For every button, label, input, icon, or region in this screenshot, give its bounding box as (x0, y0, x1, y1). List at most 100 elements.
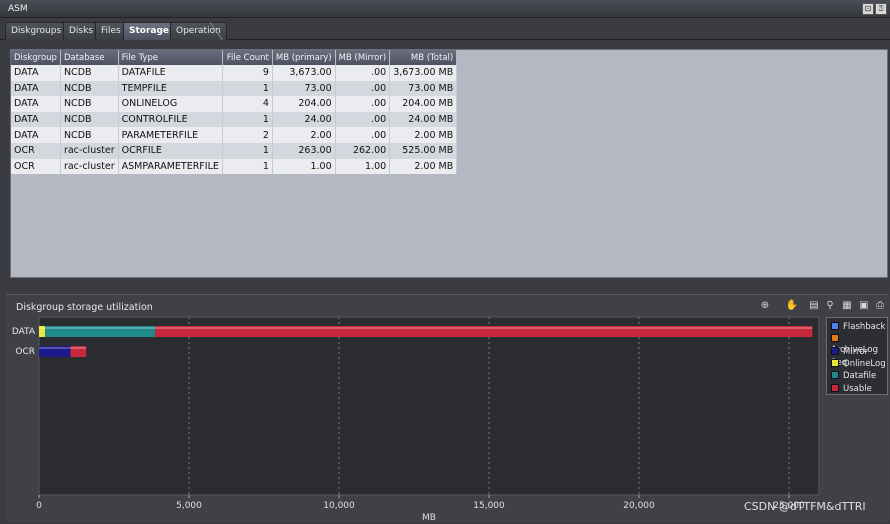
cell-mb-mirror: .00 (335, 80, 391, 97)
legend-swatch (831, 383, 839, 392)
cell-diskgroup: DATA (11, 127, 61, 143)
cell-database: NCDB (60, 96, 119, 112)
cell-mb-mirror: .00 (335, 96, 391, 112)
cell-diskgroup: DATA (11, 65, 61, 81)
cell-mb-primary: 73.00 (272, 80, 336, 97)
cell-file-type: CONTROLFILE (118, 111, 223, 128)
cell-mb-primary: 263.00 (272, 142, 336, 159)
cell-file-count: 1 (222, 158, 273, 175)
legend-swatch (831, 371, 839, 380)
plot-area (38, 316, 820, 496)
cell-database: NCDB (60, 80, 119, 97)
cell-database: NCDB (60, 111, 119, 128)
cell-file-type: OCRFILE (118, 142, 223, 159)
legend-item: Flashback (831, 322, 885, 334)
bar-highlight (70, 347, 87, 349)
cell-file-type: DATAFILE (118, 65, 223, 81)
legend-swatch (831, 346, 839, 355)
table-row[interactable]: DATA NCDB CONTROLFILE 1 24.00.00 24.00 MB (11, 111, 458, 128)
cell-file-type: ONLINELOG (118, 96, 223, 112)
x-tick-label: 5,000 (176, 501, 202, 511)
cell-mb-mirror: .00 (335, 65, 391, 81)
minimize-button[interactable]: ⊡ (862, 3, 874, 15)
chart-panel: Diskgroup storage utilization ⊕ ✋ ▤ ⚲ ▦ … (6, 294, 889, 523)
cell-mb-total: 24.00 MB (389, 111, 458, 128)
column-header-mb-total[interactable]: MB (Total) (389, 50, 458, 65)
legend-item: ArchiveLog (831, 334, 887, 355)
table-row[interactable]: DATA NCDB DATAFILE 9 3,673.00.00 3,673.00 MB (11, 65, 458, 81)
watermark-text: CSDN @dTTFM&dTTRI (744, 500, 866, 513)
cell-mb-total: 2.00 MB (389, 127, 458, 143)
cell-file-count: 1 (222, 142, 273, 159)
cell-database: rac-cluster (60, 158, 119, 175)
cell-mb-primary: 1.00 (272, 158, 336, 175)
legend-label: OnlineLog (843, 358, 886, 369)
cell-file-count: 2 (222, 127, 273, 143)
window-titlebar: ASM ⊡ ⍰ (0, 0, 890, 18)
cell-diskgroup: OCR (11, 142, 61, 159)
cell-mb-primary: 24.00 (272, 111, 336, 128)
cell-database: NCDB (60, 65, 119, 81)
y-category-label: OCR (15, 347, 35, 357)
help-button[interactable]: ⍰ (875, 3, 887, 15)
cell-mb-mirror: 262.00 (335, 142, 391, 159)
y-category-label: DATA (12, 327, 36, 337)
legend-item: OnlineLog (831, 358, 886, 371)
cell-diskgroup: DATA (11, 111, 61, 128)
cell-mb-primary: 3,673.00 (272, 65, 336, 81)
cell-diskgroup: DATA (11, 96, 61, 112)
legend-item: Datafile (831, 371, 876, 383)
bar-highlight (155, 327, 813, 329)
x-tick-label: 20,000 (623, 501, 655, 511)
table-row[interactable]: DATA NCDB ONLINELOG 4 204.00.00 204.00 MB (11, 96, 458, 112)
cell-mb-mirror: .00 (335, 111, 391, 128)
storage-table-panel: Diskgroup Database File Type File Count … (10, 49, 888, 278)
x-tick-label: 10,000 (323, 501, 355, 511)
column-header-file-type[interactable]: File Type (118, 50, 223, 65)
tab-files[interactable]: Files (95, 22, 127, 40)
cell-file-count: 1 (222, 111, 273, 128)
column-header-file-count[interactable]: File Count (222, 50, 273, 65)
window-title: ASM (8, 4, 28, 14)
cell-mb-mirror: 1.00 (335, 158, 391, 175)
tab-diskgroups[interactable]: Diskgroups (5, 22, 68, 40)
column-header-diskgroup[interactable]: Diskgroup (11, 50, 61, 65)
cell-mb-primary: 204.00 (272, 96, 336, 112)
tab-bar: Diskgroups Disks Files Storage Operation (0, 21, 890, 40)
legend-swatch (831, 322, 839, 330)
column-header-mb-primary[interactable]: MB (primary) (272, 50, 336, 65)
storage-utilization-chart: 0 5,000 10,000 15,000 20,000 25,000MBDATAOCR (12, 316, 820, 523)
table-row[interactable]: OCR rac-cluster OCRFILE 1 263.00 262.00 525.00… (11, 142, 458, 159)
x-axis-label: MB (422, 513, 436, 523)
legend-item: Usable (831, 383, 872, 396)
bar-highlight (45, 327, 156, 329)
cell-mb-total: 525.00 MB (389, 142, 458, 159)
cell-database: NCDB (60, 127, 119, 143)
column-header-database[interactable]: Database (60, 50, 119, 65)
table-row[interactable]: DATA NCDB TEMPFILE 1 73.00.00 73.00 MB (11, 80, 458, 97)
legend-swatch (831, 358, 839, 367)
cell-file-count: 9 (222, 65, 273, 81)
table-row[interactable]: OCR rac-cluster ASMPARAMETERFILE 1 1.00 1.00 2… (11, 158, 458, 175)
legend-item: Mirror Req. (831, 346, 887, 368)
cell-file-count: 1 (222, 80, 273, 97)
cell-mb-total: 3,673.00 MB (389, 65, 458, 81)
cell-file-type: ASMPARAMETERFILE (118, 158, 223, 175)
column-header-mb-mirror[interactable]: MB (Mirror) (335, 50, 391, 65)
x-tick-label: 0 (36, 501, 42, 511)
tab-storage[interactable]: Storage (123, 22, 176, 40)
cell-file-count: 4 (222, 96, 273, 112)
cell-mb-total: 2.00 MB (389, 158, 458, 175)
cell-file-type: PARAMETERFILE (118, 127, 223, 143)
cell-mb-total: 73.00 MB (389, 80, 458, 97)
storage-table: Diskgroup Database File Type File Count … (11, 50, 458, 175)
x-tick-label: 15,000 (473, 501, 505, 511)
cell-file-type: TEMPFILE (118, 80, 223, 97)
legend-label: Usable (843, 383, 872, 394)
cell-diskgroup: OCR (11, 158, 61, 175)
tab-disks[interactable]: Disks (63, 22, 100, 40)
cell-mb-total: 204.00 MB (389, 96, 458, 112)
legend-swatch (831, 334, 839, 343)
cell-mb-mirror: .00 (335, 127, 391, 143)
table-row[interactable]: DATA NCDB PARAMETERFILE 2 2.00.00 2.00 MB (11, 127, 458, 143)
